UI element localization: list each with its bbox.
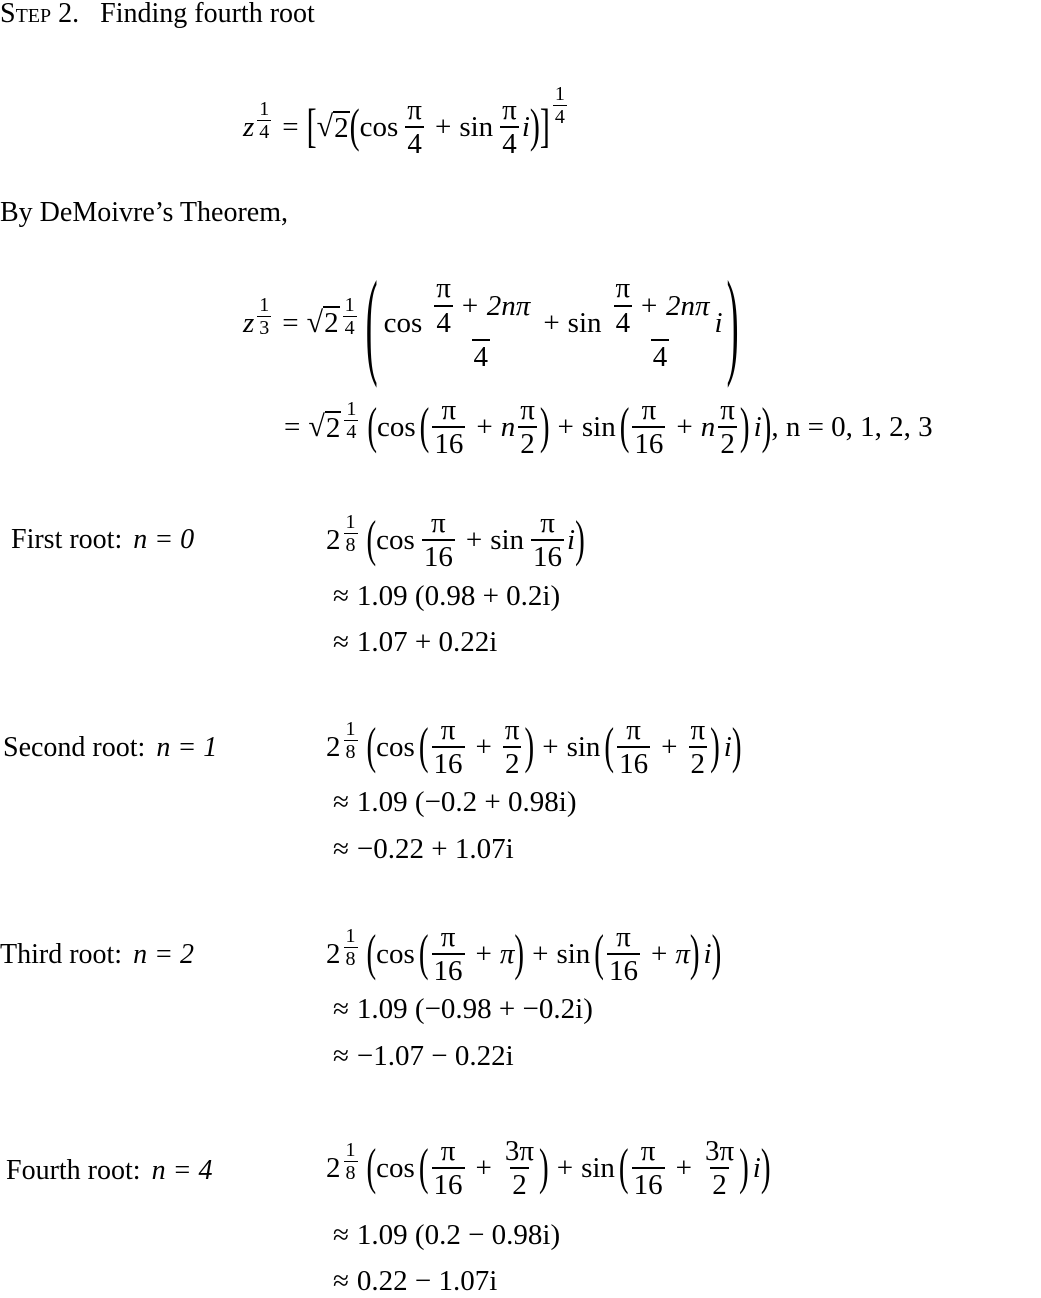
root-label: Second root: n = 1: [3, 732, 218, 763]
sqrt-exponent: 14: [342, 293, 357, 339]
angle-fraction: π4: [405, 94, 424, 161]
square-root: √ 2: [306, 306, 340, 340]
root-approx-2: ≈ −1.07 − 0.22i: [333, 1040, 514, 1072]
eq1-lhs: z: [243, 110, 255, 143]
step-label: Step 2.: [0, 0, 80, 29]
root-label: First root: n = 0: [11, 524, 195, 555]
root-polar-form: 2 18 ( cos π 16 + sin π 16 i ): [326, 507, 585, 574]
sin-fn: sin: [459, 110, 494, 143]
root-approx-2: ≈0.22 − 1.07i: [333, 1265, 498, 1297]
root-polar-form: 2 18 ( cos ( π 16 + π2 ) + sin ( π 16 + π2…: [326, 714, 742, 781]
square-root: √ 2: [308, 410, 342, 444]
equation-fourth-root-setup: z 14 = [ √ 2 ( cos π4 + sin π4 i ) ] 14: [243, 84, 570, 161]
root-label: Third root: n = 2: [0, 939, 194, 970]
n-values: , n = 0, 1, 2, 3: [771, 410, 933, 443]
step-title: Finding fourth root: [100, 0, 315, 29]
root-polar-form: 2 18 ( cos ( π 16 + π ) + sin ( π 16 + π )…: [326, 921, 722, 988]
root-approx-2: ≈ −0.22 + 1.07i: [333, 833, 514, 865]
cos-fn: cos: [359, 110, 399, 143]
demoivre-intro: By DeMoivre’s Theorem,: [0, 197, 288, 228]
root-approx-1: ≈1.09 (−0.98 + −0.2i): [333, 993, 593, 1025]
equation-demoivre-line1: z 13 = √ 2 14 ( cos π4 + 2nπ 4 + sin π4 …: [243, 257, 739, 389]
root-polar-form: 2 18 ( cos ( π 16 + 3π 2 ) + sin ( π 16 + 3…: [326, 1135, 771, 1202]
root-label: Fourth root: n = 4: [6, 1155, 213, 1186]
eq1-lhs-exponent: 14: [257, 97, 272, 143]
right-bracket: ]: [539, 100, 550, 154]
root-approx-2: ≈1.07 + 0.22i: [333, 626, 498, 658]
left-paren: (: [349, 100, 360, 154]
square-root: √ 2: [316, 110, 350, 144]
outer-exponent: 14: [552, 82, 567, 128]
step-heading: Step 2. Finding fourth root: [0, 0, 315, 30]
right-paren: ): [529, 100, 540, 154]
compound-fraction: π4 + 2nπ 4: [613, 272, 710, 374]
root-approx-1: ≈1.09 (−0.2 + 0.98i): [333, 786, 577, 818]
left-bracket: [: [306, 100, 317, 154]
root-approx-1: ≈1.09 (0.2 − 0.98i): [333, 1219, 561, 1251]
lhs-exponent: 13: [257, 293, 272, 339]
root-approx-1: ≈1.09 (0.98 + 0.2i): [333, 580, 561, 612]
equation-demoivre-line2: = √ 2 14 ( cos ( π 16 + n π2 ) + sin ( π1…: [284, 394, 933, 461]
angle-fraction: π4: [500, 94, 519, 161]
compound-fraction: π4 + 2nπ 4: [434, 272, 531, 374]
equals-sign: =: [282, 110, 299, 143]
imaginary-unit: i: [521, 110, 530, 143]
